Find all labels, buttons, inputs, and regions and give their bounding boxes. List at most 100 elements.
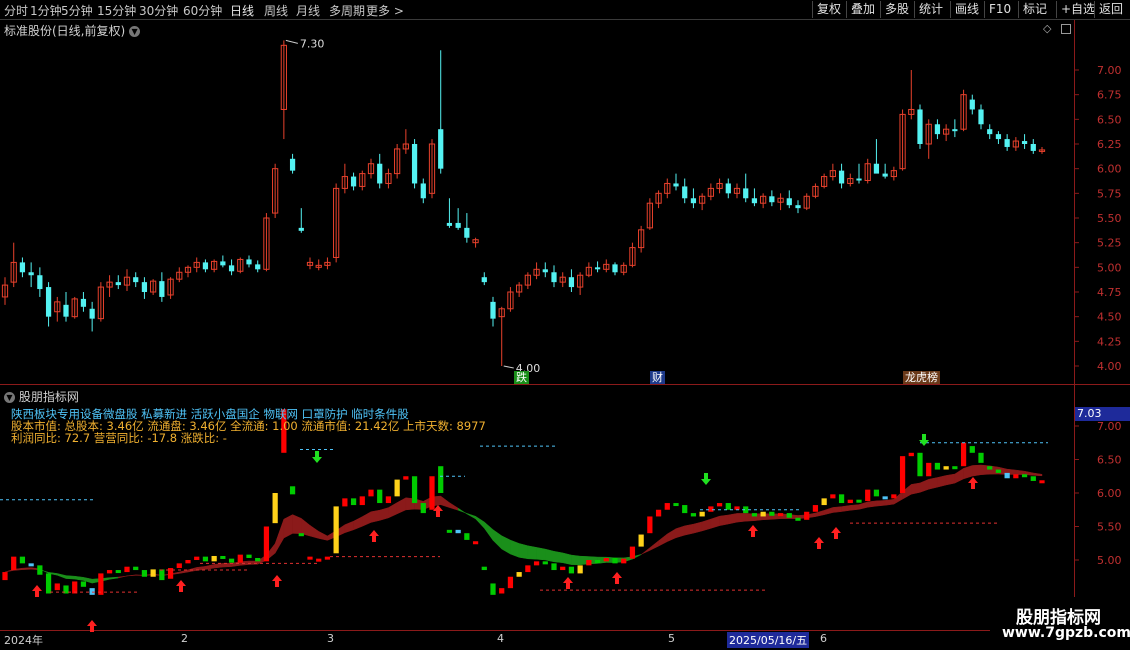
candle-body (987, 129, 993, 135)
event-tag-dragon-tiger[interactable]: 龙虎榜 (903, 371, 940, 384)
ribbon-segment (884, 499, 895, 506)
indicator-bar (716, 503, 723, 507)
event-tag-finance[interactable]: 财 (650, 371, 665, 384)
indicator-bar (847, 499, 853, 504)
candle-body (246, 259, 252, 265)
indicator-bar (228, 558, 235, 563)
indicator-bar (342, 498, 348, 507)
ind-tick-label: 5.00 (1097, 554, 1122, 567)
ribbon-segment (963, 465, 973, 480)
ribbon-segment (701, 518, 712, 532)
candle-body (769, 196, 775, 203)
candle-body (438, 129, 444, 169)
candle-body (490, 301, 496, 319)
indicator-bar (821, 498, 827, 506)
indicator-bar (350, 498, 357, 506)
candlestick-chart[interactable]: 7.00 6.75 6.50 6.25 6.00 5.75 5.50 5.25 5.00 4.75… (0, 0, 1130, 650)
candle-body (934, 124, 941, 135)
candle-body (673, 183, 679, 187)
candle-body (89, 308, 95, 319)
candle-body (786, 198, 792, 206)
indicator-bar (446, 529, 453, 533)
candle-body (115, 282, 121, 286)
ribbon-segment (248, 560, 258, 565)
indicator-bar (89, 588, 95, 595)
candle-body (455, 222, 461, 228)
event-tag-drop[interactable]: 跌 (514, 371, 529, 384)
indicator-bar (28, 563, 34, 567)
ribbon-segment (484, 521, 494, 542)
indicator-bar (960, 442, 967, 467)
ribbon-segment (466, 513, 476, 520)
ribbon-segment (649, 540, 659, 551)
ribbon-segment (118, 575, 128, 579)
indicator-bar (699, 511, 705, 517)
ribbon-segment (510, 539, 520, 558)
ribbon-segment (841, 505, 851, 512)
date-label-2: 3 (327, 632, 334, 645)
date-label-1: 2 (181, 632, 188, 645)
indicator-bar (1039, 480, 1045, 484)
current-value-badge: 7.03 (1075, 407, 1130, 421)
candle-body (350, 176, 357, 187)
indicator-bar (159, 569, 165, 581)
indicator-bar (568, 566, 575, 574)
indicator-bar (856, 499, 862, 503)
ribbon-segment (954, 467, 964, 484)
indicator-bar (690, 513, 697, 517)
indicator-bar (124, 566, 130, 573)
indicator-bar (987, 466, 993, 470)
indicator-bar (969, 446, 975, 453)
ribbon-segment (972, 464, 982, 477)
chevron-down-icon[interactable]: ▼ (4, 392, 15, 403)
indicator-bar (629, 546, 636, 559)
indicator-bar (19, 556, 26, 564)
indicator-bar (237, 554, 243, 563)
price-tick-label: 4.50 (1097, 311, 1122, 324)
ind-tick-label: 5.50 (1097, 521, 1122, 534)
indicator-bar (298, 533, 304, 537)
indicator-bar (734, 506, 740, 510)
candle-body (141, 282, 148, 292)
ribbon-segment (396, 497, 407, 515)
indicator-bar (307, 556, 313, 560)
indicator-bar (533, 561, 540, 566)
indicator-bar (926, 462, 932, 477)
candle-body (856, 178, 862, 181)
indicator-bar (490, 583, 496, 595)
candle-body (28, 272, 34, 276)
indicator-bar (202, 556, 209, 562)
indicator-bar (263, 526, 270, 562)
indicator-bar (368, 489, 374, 497)
ind-tick-label: 6.50 (1097, 454, 1122, 467)
buy-arrow-icon (563, 577, 573, 589)
indicator-bar (246, 554, 252, 558)
indicator-bar (403, 476, 409, 480)
ribbon-segment (501, 535, 511, 555)
indicator-bar (106, 570, 113, 574)
indicator-bar (777, 513, 784, 517)
indicator-bar (708, 506, 714, 512)
candle-body (751, 198, 758, 204)
low-pointer (503, 365, 514, 369)
ribbon-segment (527, 545, 537, 560)
ribbon-segment (562, 552, 572, 565)
candle-body (551, 272, 557, 283)
indicator-bar (80, 581, 87, 587)
candle-body (420, 183, 426, 199)
ribbon-segment (449, 502, 459, 511)
ribbon-segment (553, 550, 563, 563)
profit-growth-line: 利润同比: 72.7 营营同比: -17.8 涨跌比: - (11, 431, 227, 445)
ribbon-segment (213, 563, 224, 569)
ribbon-segment (728, 513, 738, 525)
candle-body (873, 163, 880, 174)
ribbon-segment (126, 574, 136, 577)
price-tick-label: 6.75 (1097, 89, 1122, 102)
candle-body (568, 277, 575, 288)
indicator-bar (98, 573, 104, 595)
candle-body (690, 198, 697, 204)
candle-body (289, 158, 296, 171)
indicator-bar (934, 462, 941, 470)
date-label-6: 6 (820, 632, 827, 645)
ribbon-segment (362, 511, 372, 527)
